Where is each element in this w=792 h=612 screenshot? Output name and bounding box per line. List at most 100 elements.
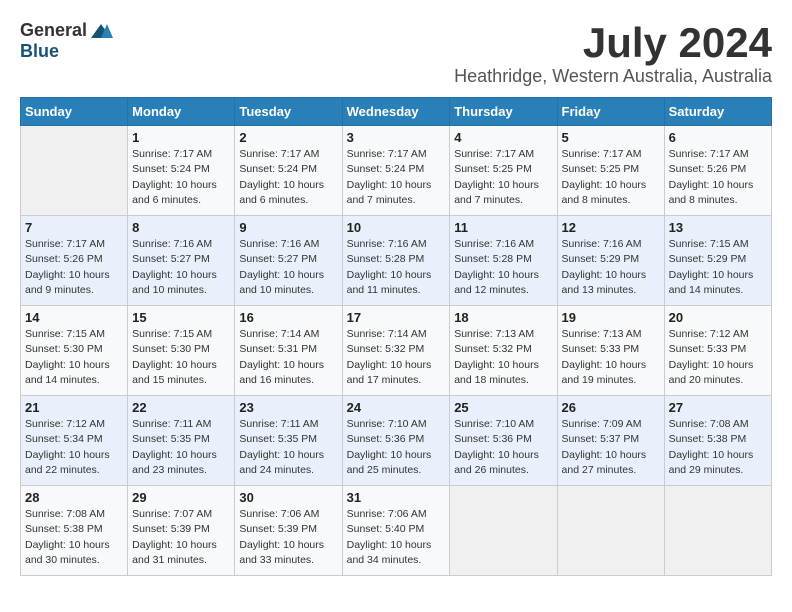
calendar-cell: 13 Sunrise: 7:15 AMSunset: 5:29 PMDayligh… bbox=[664, 216, 771, 306]
month-title: July 2024 bbox=[454, 20, 772, 66]
logo: General Blue bbox=[20, 20, 115, 62]
column-header-friday: Friday bbox=[557, 98, 664, 126]
day-number: 8 bbox=[132, 220, 230, 235]
day-number: 24 bbox=[347, 400, 446, 415]
day-info: Sunrise: 7:06 AMSunset: 5:40 PMDaylight:… bbox=[347, 507, 446, 568]
day-number: 18 bbox=[454, 310, 552, 325]
location-title: Heathridge, Western Australia, Australia bbox=[454, 66, 772, 87]
day-number: 3 bbox=[347, 130, 446, 145]
calendar-cell: 2 Sunrise: 7:17 AMSunset: 5:24 PMDaylight… bbox=[235, 126, 342, 216]
calendar-cell: 10 Sunrise: 7:16 AMSunset: 5:28 PMDayligh… bbox=[342, 216, 450, 306]
calendar-cell: 15 Sunrise: 7:15 AMSunset: 5:30 PMDayligh… bbox=[128, 306, 235, 396]
calendar-cell: 3Sunrise: 7:17 AMSunset: 5:24 PMDaylight… bbox=[342, 126, 450, 216]
day-info: Sunrise: 7:15 AMSunset: 5:30 PMDaylight:… bbox=[132, 327, 230, 388]
day-number: 15 bbox=[132, 310, 230, 325]
calendar-cell: 8 Sunrise: 7:16 AMSunset: 5:27 PMDaylight… bbox=[128, 216, 235, 306]
calendar-cell: 1 Sunrise: 7:17 AMSunset: 5:24 PMDaylight… bbox=[128, 126, 235, 216]
logo-blue: Blue bbox=[20, 41, 59, 62]
calendar-cell bbox=[450, 486, 557, 576]
calendar-cell: 23Sunrise: 7:11 AMSunset: 5:35 PMDayligh… bbox=[235, 396, 342, 486]
day-info: Sunrise: 7:16 AMSunset: 5:28 PMDaylight:… bbox=[454, 237, 552, 298]
day-info: Sunrise: 7:16 AMSunset: 5:27 PMDaylight:… bbox=[239, 237, 337, 298]
day-number: 14 bbox=[25, 310, 123, 325]
calendar-cell: 9 Sunrise: 7:16 AMSunset: 5:27 PMDaylight… bbox=[235, 216, 342, 306]
day-info: Sunrise: 7:06 AMSunset: 5:39 PMDaylight:… bbox=[239, 507, 337, 568]
calendar-cell: 17 Sunrise: 7:14 AMSunset: 5:32 PMDayligh… bbox=[342, 306, 450, 396]
day-number: 9 bbox=[239, 220, 337, 235]
calendar-cell bbox=[664, 486, 771, 576]
day-number: 21 bbox=[25, 400, 123, 415]
day-number: 20 bbox=[669, 310, 767, 325]
day-number: 28 bbox=[25, 490, 123, 505]
day-number: 13 bbox=[669, 220, 767, 235]
calendar-cell: 30 Sunrise: 7:06 AMSunset: 5:39 PMDayligh… bbox=[235, 486, 342, 576]
day-info: Sunrise: 7:13 AMSunset: 5:32 PMDaylight:… bbox=[454, 327, 552, 388]
day-info: Sunrise: 7:15 AMSunset: 5:29 PMDaylight:… bbox=[669, 237, 767, 298]
calendar-cell: 20 Sunrise: 7:12 AMSunset: 5:33 PMDayligh… bbox=[664, 306, 771, 396]
day-info: Sunrise: 7:17 AMSunset: 5:25 PMDaylight:… bbox=[562, 147, 660, 208]
day-number: 1 bbox=[132, 130, 230, 145]
calendar-cell bbox=[557, 486, 664, 576]
day-number: 22 bbox=[132, 400, 230, 415]
day-info: Sunrise: 7:16 AMSunset: 5:27 PMDaylight:… bbox=[132, 237, 230, 298]
day-info: Sunrise: 7:16 AMSunset: 5:28 PMDaylight:… bbox=[347, 237, 446, 298]
day-info: Sunrise: 7:12 AMSunset: 5:34 PMDaylight:… bbox=[25, 417, 123, 478]
day-info: Sunrise: 7:10 AMSunset: 5:36 PMDaylight:… bbox=[454, 417, 552, 478]
logo-general: General bbox=[20, 20, 87, 41]
day-number: 11 bbox=[454, 220, 552, 235]
calendar-cell: 6Sunrise: 7:17 AMSunset: 5:26 PMDaylight… bbox=[664, 126, 771, 216]
column-header-saturday: Saturday bbox=[664, 98, 771, 126]
calendar-cell: 19Sunrise: 7:13 AMSunset: 5:33 PMDayligh… bbox=[557, 306, 664, 396]
week-row-2: 7 Sunrise: 7:17 AMSunset: 5:26 PMDaylight… bbox=[21, 216, 772, 306]
calendar-cell: 12Sunrise: 7:16 AMSunset: 5:29 PMDayligh… bbox=[557, 216, 664, 306]
day-info: Sunrise: 7:17 AMSunset: 5:26 PMDaylight:… bbox=[25, 237, 123, 298]
calendar-cell: 31 Sunrise: 7:06 AMSunset: 5:40 PMDayligh… bbox=[342, 486, 450, 576]
header-row: SundayMondayTuesdayWednesdayThursdayFrid… bbox=[21, 98, 772, 126]
calendar-cell: 11 Sunrise: 7:16 AMSunset: 5:28 PMDayligh… bbox=[450, 216, 557, 306]
day-number: 2 bbox=[239, 130, 337, 145]
week-row-1: 1 Sunrise: 7:17 AMSunset: 5:24 PMDaylight… bbox=[21, 126, 772, 216]
day-number: 17 bbox=[347, 310, 446, 325]
day-info: Sunrise: 7:17 AMSunset: 5:24 PMDaylight:… bbox=[239, 147, 337, 208]
calendar-cell: 7 Sunrise: 7:17 AMSunset: 5:26 PMDaylight… bbox=[21, 216, 128, 306]
day-info: Sunrise: 7:14 AMSunset: 5:32 PMDaylight:… bbox=[347, 327, 446, 388]
calendar-cell: 22Sunrise: 7:11 AMSunset: 5:35 PMDayligh… bbox=[128, 396, 235, 486]
day-number: 30 bbox=[239, 490, 337, 505]
day-info: Sunrise: 7:16 AMSunset: 5:29 PMDaylight:… bbox=[562, 237, 660, 298]
day-number: 27 bbox=[669, 400, 767, 415]
day-number: 7 bbox=[25, 220, 123, 235]
day-info: Sunrise: 7:17 AMSunset: 5:24 PMDaylight:… bbox=[132, 147, 230, 208]
day-number: 31 bbox=[347, 490, 446, 505]
calendar-cell: 24 Sunrise: 7:10 AMSunset: 5:36 PMDayligh… bbox=[342, 396, 450, 486]
day-number: 29 bbox=[132, 490, 230, 505]
day-info: Sunrise: 7:17 AMSunset: 5:26 PMDaylight:… bbox=[669, 147, 767, 208]
calendar-cell: 21 Sunrise: 7:12 AMSunset: 5:34 PMDayligh… bbox=[21, 396, 128, 486]
day-number: 26 bbox=[562, 400, 660, 415]
calendar-cell: 5Sunrise: 7:17 AMSunset: 5:25 PMDaylight… bbox=[557, 126, 664, 216]
day-info: Sunrise: 7:12 AMSunset: 5:33 PMDaylight:… bbox=[669, 327, 767, 388]
day-info: Sunrise: 7:13 AMSunset: 5:33 PMDaylight:… bbox=[562, 327, 660, 388]
day-info: Sunrise: 7:09 AMSunset: 5:37 PMDaylight:… bbox=[562, 417, 660, 478]
column-header-wednesday: Wednesday bbox=[342, 98, 450, 126]
day-number: 16 bbox=[239, 310, 337, 325]
logo-icon bbox=[89, 22, 113, 40]
day-info: Sunrise: 7:10 AMSunset: 5:36 PMDaylight:… bbox=[347, 417, 446, 478]
day-info: Sunrise: 7:17 AMSunset: 5:25 PMDaylight:… bbox=[454, 147, 552, 208]
calendar-cell: 25 Sunrise: 7:10 AMSunset: 5:36 PMDayligh… bbox=[450, 396, 557, 486]
day-number: 10 bbox=[347, 220, 446, 235]
day-number: 4 bbox=[454, 130, 552, 145]
calendar-cell: 29Sunrise: 7:07 AMSunset: 5:39 PMDayligh… bbox=[128, 486, 235, 576]
day-number: 25 bbox=[454, 400, 552, 415]
column-header-tuesday: Tuesday bbox=[235, 98, 342, 126]
calendar-cell: 27Sunrise: 7:08 AMSunset: 5:38 PMDayligh… bbox=[664, 396, 771, 486]
calendar-cell: 18 Sunrise: 7:13 AMSunset: 5:32 PMDayligh… bbox=[450, 306, 557, 396]
column-header-monday: Monday bbox=[128, 98, 235, 126]
day-number: 23 bbox=[239, 400, 337, 415]
calendar-cell: 16Sunrise: 7:14 AMSunset: 5:31 PMDayligh… bbox=[235, 306, 342, 396]
calendar-table: SundayMondayTuesdayWednesdayThursdayFrid… bbox=[20, 97, 772, 576]
week-row-4: 21 Sunrise: 7:12 AMSunset: 5:34 PMDayligh… bbox=[21, 396, 772, 486]
calendar-cell: 14Sunrise: 7:15 AMSunset: 5:30 PMDayligh… bbox=[21, 306, 128, 396]
column-header-thursday: Thursday bbox=[450, 98, 557, 126]
column-header-sunday: Sunday bbox=[21, 98, 128, 126]
calendar-cell: 28Sunrise: 7:08 AMSunset: 5:38 PMDayligh… bbox=[21, 486, 128, 576]
